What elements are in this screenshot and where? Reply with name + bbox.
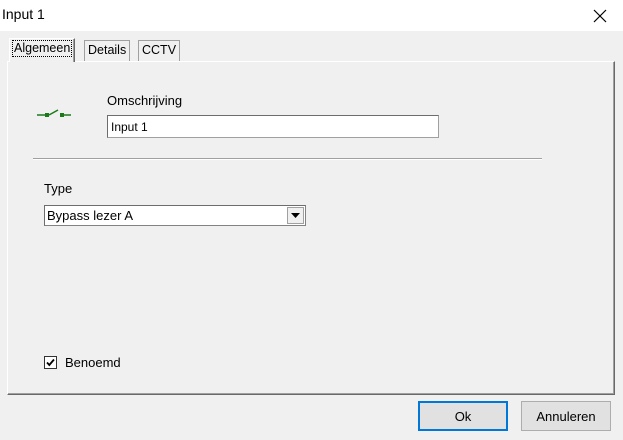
title-bar: Input 1: [0, 0, 623, 31]
tab-panel: [7, 61, 615, 395]
window-title: Input 1: [2, 6, 45, 22]
close-button[interactable]: [577, 0, 623, 31]
close-icon: [593, 9, 607, 22]
tab-cctv-label: CCTV: [142, 43, 177, 57]
tab-algemeen[interactable]: Algemeen: [9, 38, 76, 62]
cancel-button-label: Annuleren: [536, 408, 596, 424]
ok-button-label: Ok: [454, 408, 472, 424]
tab-algemeen-label: Algemeen: [11, 40, 73, 57]
tab-cctv[interactable]: CCTV: [138, 40, 181, 61]
cancel-button[interactable]: Annuleren: [521, 401, 611, 431]
tab-details[interactable]: Details: [84, 40, 131, 61]
ok-button[interactable]: Ok: [418, 401, 508, 431]
tab-details-label: Details: [88, 43, 127, 57]
